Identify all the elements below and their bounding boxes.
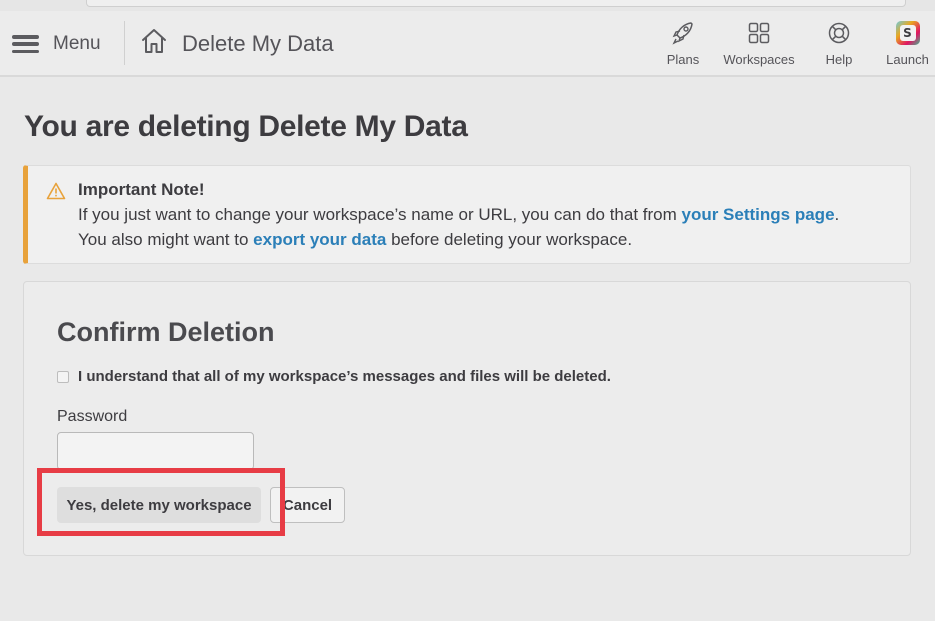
nav-plans[interactable]: Plans xyxy=(660,19,706,67)
note-text: If you just want to change your workspac… xyxy=(78,205,682,224)
slack-logo-icon: S xyxy=(895,19,920,47)
settings-page-link[interactable]: your Settings page xyxy=(682,205,835,224)
top-header: Menu Delete My Data Plans Workspaces Hel… xyxy=(0,11,935,77)
rocket-icon xyxy=(672,19,694,47)
menu-button[interactable]: Menu xyxy=(12,32,101,56)
note-line-settings: If you just want to change your workspac… xyxy=(78,205,839,225)
password-field[interactable] xyxy=(57,432,254,470)
nav-help[interactable]: Help xyxy=(819,19,859,67)
warning-icon xyxy=(46,182,66,205)
note-line-export: You also might want to export your data … xyxy=(78,230,632,250)
note-text: before deleting your workspace. xyxy=(386,230,633,249)
delete-workspace-button[interactable]: Yes, delete my workspace xyxy=(57,487,261,523)
home-icon xyxy=(140,27,168,60)
nav-launch[interactable]: S Launch xyxy=(880,19,935,67)
menu-label: Menu xyxy=(53,33,101,54)
breadcrumb-title: Delete My Data xyxy=(182,30,334,56)
nav-workspaces-label: Workspaces xyxy=(723,52,795,67)
hamburger-icon xyxy=(12,35,39,53)
page-title: You are deleting Delete My Data xyxy=(24,110,468,143)
confirm-deletion-title: Confirm Deletion xyxy=(57,317,275,347)
lifebuoy-icon xyxy=(828,19,850,47)
password-label: Password xyxy=(57,408,128,425)
note-text: . xyxy=(834,205,840,224)
export-data-link[interactable]: export your data xyxy=(253,230,386,249)
note-text: You also might want to xyxy=(78,230,254,249)
browser-top-strip xyxy=(0,0,935,11)
cancel-button[interactable]: Cancel xyxy=(270,487,345,523)
understand-checkbox-label[interactable]: I understand that all of my workspace’s … xyxy=(78,368,611,385)
nav-launch-label: Launch xyxy=(886,52,929,67)
address-bar[interactable] xyxy=(86,0,906,7)
launch-badge-letter: S xyxy=(899,25,916,41)
breadcrumb[interactable]: Delete My Data xyxy=(140,27,334,60)
nav-plans-label: Plans xyxy=(666,52,700,67)
understand-checkbox[interactable] xyxy=(57,370,69,383)
note-title: Important Note! xyxy=(78,180,205,199)
nav-help-label: Help xyxy=(825,52,853,67)
understand-checkbox-row: I understand that all of my workspace’s … xyxy=(57,368,611,385)
header-divider xyxy=(124,21,125,65)
nav-workspaces[interactable]: Workspaces xyxy=(719,19,799,67)
confirm-deletion-card: Confirm Deletion I understand that all o… xyxy=(23,281,911,556)
important-note: Important Note! If you just want to chan… xyxy=(23,165,911,264)
grid-icon xyxy=(748,19,770,47)
